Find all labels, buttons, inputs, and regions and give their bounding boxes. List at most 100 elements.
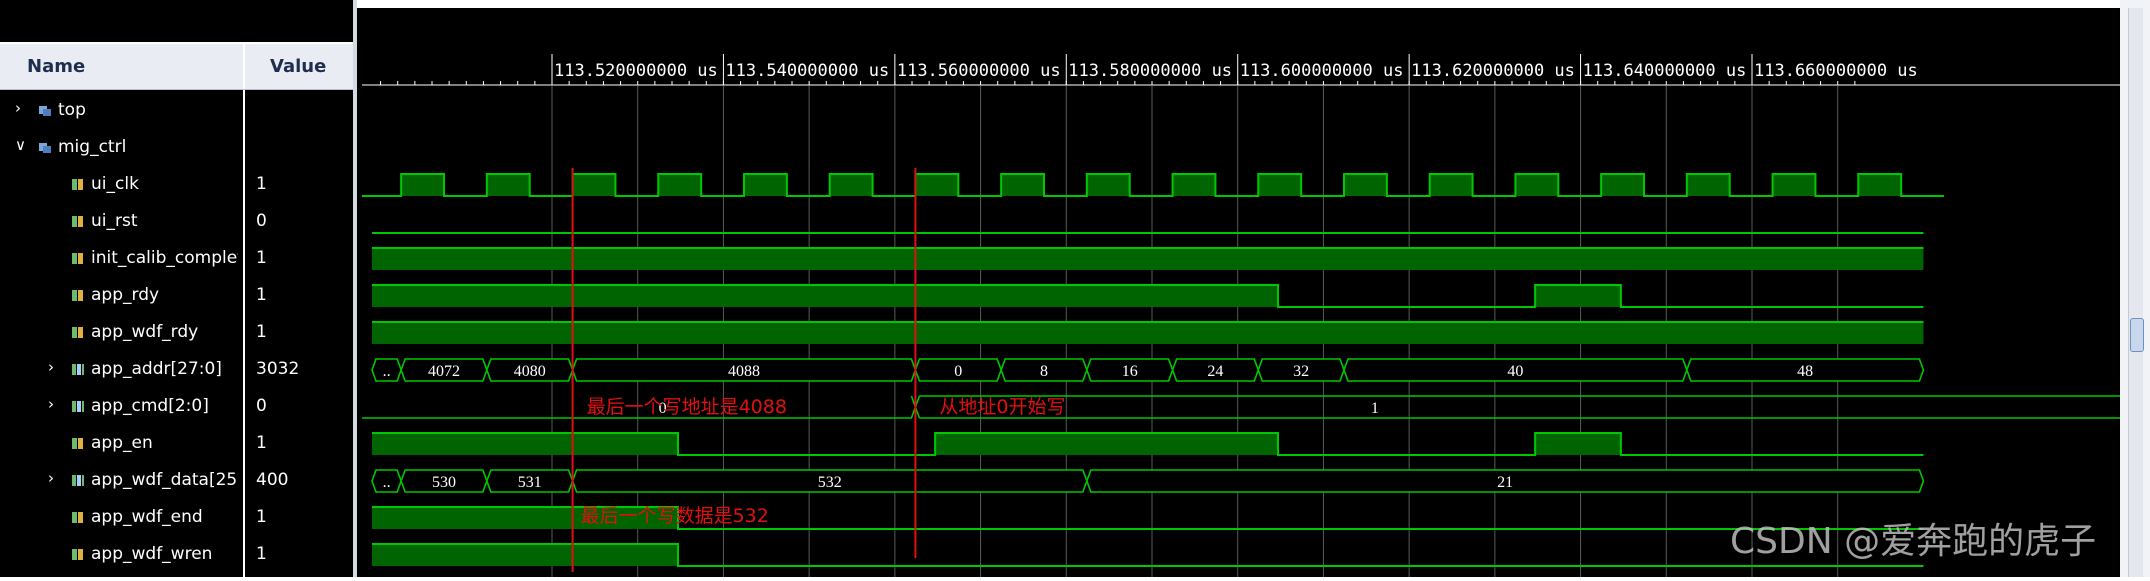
signal-name: ui_clk xyxy=(91,174,139,194)
watermark: CSDN @爱奔跑的虎子 xyxy=(1730,521,2097,562)
bus-signal-icon xyxy=(72,401,84,412)
chevron-right-icon[interactable]: › xyxy=(48,358,54,376)
time-tick-label: 113.540000000 us xyxy=(725,61,889,81)
chevron-right-icon[interactable]: › xyxy=(15,99,21,117)
waveform-viewer[interactable]: 113.520000000 us 113.540000000 us 113.5600… xyxy=(357,8,2120,577)
time-tick-label: 113.520000000 us xyxy=(554,61,718,81)
signal-name: mig_ctrl xyxy=(58,137,127,157)
signal-value: 1 xyxy=(256,174,267,194)
app-wdf-data-value-label: 530 xyxy=(432,474,456,491)
signal-name: app_wdf_wren xyxy=(91,544,213,564)
app-addr-value-label: 40 xyxy=(1507,363,1523,380)
app-addr-value-label: 8 xyxy=(1040,363,1048,380)
app-addr-value-label: 24 xyxy=(1207,363,1223,380)
signal-row[interactable]: app_rdy 1 xyxy=(0,277,353,313)
bit-signal-icon xyxy=(72,179,83,190)
annotation-text: 从地址0开始写 xyxy=(939,396,1065,418)
time-tick-label: 113.560000000 us xyxy=(897,61,1061,81)
app-wdf-data-value-label: .. xyxy=(383,474,391,491)
signal-value: 0 xyxy=(256,396,267,416)
waveform-canvas[interactable]: 113.520000000 us 113.540000000 us 113.5600… xyxy=(357,8,2120,577)
signal-value: 400 xyxy=(256,470,289,490)
signal-name: init_calib_complete xyxy=(91,248,238,268)
annotation-text: 最后一个写数据是532 xyxy=(581,505,769,527)
signal-row[interactable]: app_en 1 xyxy=(0,425,353,461)
signal-row[interactable]: init_calib_complete 1 xyxy=(0,240,353,276)
bit-signal-icon xyxy=(72,549,83,560)
signal-value: 1 xyxy=(256,507,267,527)
column-header: Name Value xyxy=(0,44,353,90)
bit-signal-icon xyxy=(72,512,83,523)
app-en-high-fill xyxy=(1535,433,1621,455)
time-tick-label: 113.640000000 us xyxy=(1583,61,1747,81)
signal-name: ui_rst xyxy=(91,211,138,231)
app-addr-value-label: 4080 xyxy=(514,363,546,380)
app-wdf-rdy-high-fill xyxy=(372,322,1924,344)
app-rdy-high-fill xyxy=(372,285,1278,307)
chevron-right-icon[interactable]: › xyxy=(48,395,54,413)
bit-signal-icon xyxy=(72,438,83,449)
name-column-header[interactable]: Name xyxy=(27,56,85,77)
app-cmd-value-label: 1 xyxy=(1371,400,1379,417)
signal-name: app_wdf_rdy xyxy=(91,322,199,342)
ui-clk-high-fill xyxy=(1686,174,1730,196)
signal-name: app_en xyxy=(91,433,153,453)
vertical-scrollbar[interactable] xyxy=(2128,8,2143,577)
bit-signal-icon xyxy=(72,327,83,338)
signal-row[interactable]: ui_rst 0 xyxy=(0,203,353,239)
signal-row[interactable]: app_wdf_rdy 1 xyxy=(0,314,353,350)
signal-value: 1 xyxy=(256,544,267,564)
annotation-text: 最后一个写地址是4088 xyxy=(587,396,787,418)
time-tick-label: 113.660000000 us xyxy=(1754,61,1918,81)
ui-clk-high-fill xyxy=(1344,174,1387,196)
ui-clk-high-fill xyxy=(572,174,616,196)
app-wdf-data-value-label: 532 xyxy=(818,474,842,491)
signal-row[interactable]: ui_clk 1 xyxy=(0,166,353,202)
app-addr-value-label: 0 xyxy=(954,363,962,380)
time-tick-label: 113.600000000 us xyxy=(1240,61,1404,81)
app-addr-value-label: .. xyxy=(383,363,391,380)
ui-clk-high-fill xyxy=(1601,174,1644,196)
signal-row[interactable]: › app_addr[27:0] 3032 xyxy=(0,351,353,387)
app-rdy-high-fill xyxy=(1535,285,1621,307)
chevron-down-icon[interactable]: ∨ xyxy=(15,136,26,154)
app-wdf-data-value-label: 21 xyxy=(1497,474,1513,491)
app-addr-value-label: 4088 xyxy=(728,363,760,380)
signal-name: app_addr[27:0] xyxy=(91,359,222,379)
ui-clk-high-fill xyxy=(1858,174,1902,196)
signal-row[interactable]: › app_cmd[2:0] 0 xyxy=(0,388,353,424)
signal-value: 1 xyxy=(256,433,267,453)
signal-row[interactable]: app_wdf_wren 1 xyxy=(0,536,353,572)
app-wdf-data-value-label: 531 xyxy=(518,474,542,491)
time-tick-label: 113.580000000 us xyxy=(1068,61,1232,81)
signal-value: 0 xyxy=(256,211,267,231)
ui-clk-high-fill xyxy=(1515,174,1559,196)
signal-row[interactable]: ∨ mig_ctrl xyxy=(0,129,353,165)
ui-clk-high-fill xyxy=(1429,174,1473,196)
bit-signal-icon xyxy=(72,216,83,227)
app-wdf-wren-high-fill xyxy=(372,544,678,566)
ui-clk-high-fill xyxy=(1772,174,1816,196)
signal-value: 1 xyxy=(256,285,267,305)
ui-clk-high-fill xyxy=(744,174,787,196)
module-icon xyxy=(39,106,51,116)
column-divider[interactable] xyxy=(243,44,245,89)
ui-clk-high-fill xyxy=(1258,174,1302,196)
bit-signal-icon xyxy=(72,290,83,301)
ui-clk-high-fill xyxy=(1001,174,1044,196)
ui-clk-high-fill xyxy=(401,174,444,196)
ui-clk-high-fill xyxy=(486,174,530,196)
signal-row[interactable]: › app_wdf_data[255: 400 xyxy=(0,462,353,498)
module-icon xyxy=(39,143,51,153)
signal-row[interactable]: › top xyxy=(0,92,353,128)
names-panel-top xyxy=(0,8,353,44)
chevron-right-icon[interactable]: › xyxy=(48,469,54,487)
vertical-scrollbar-thumb[interactable] xyxy=(2130,318,2144,352)
signal-row[interactable]: app_wdf_end 1 xyxy=(0,499,353,535)
signal-value: 1 xyxy=(256,322,267,342)
bus-signal-icon xyxy=(72,475,84,486)
value-column-header[interactable]: Value xyxy=(270,56,326,77)
signal-value: 1 xyxy=(256,248,267,268)
signal-name: app_rdy xyxy=(91,285,160,305)
ui-clk-high-fill xyxy=(658,174,702,196)
